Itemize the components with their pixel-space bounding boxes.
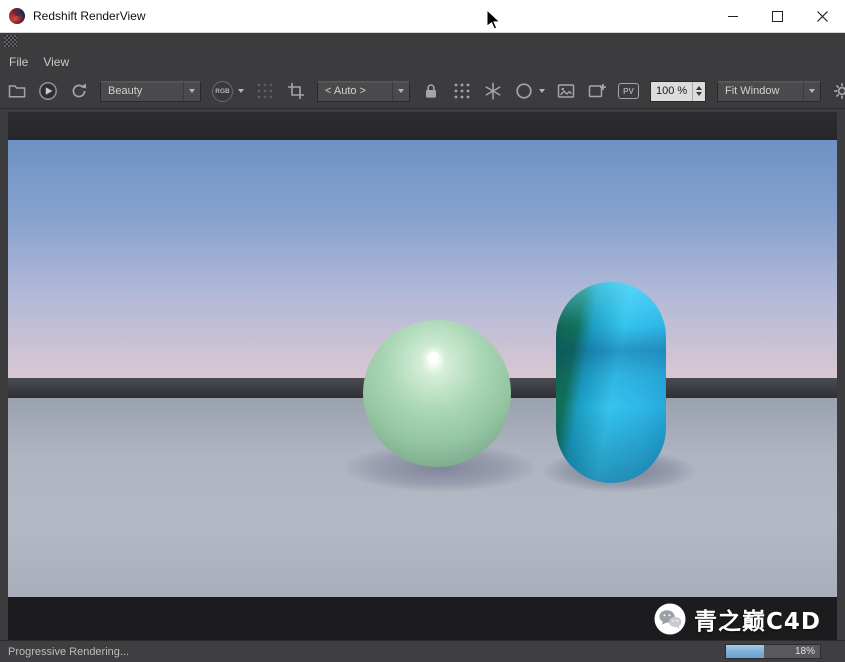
chevron-down-icon <box>189 89 195 93</box>
progress-label: 18% <box>794 646 815 657</box>
zoom-spinbox[interactable]: 100 % <box>650 80 706 102</box>
chevron-down-icon <box>539 89 545 93</box>
ring-options-caret-button[interactable] <box>539 81 545 101</box>
status-text: Progressive Rendering... <box>8 645 130 658</box>
statusbar: Progressive Rendering... 18% <box>0 640 845 662</box>
chevron-down-icon <box>238 89 244 93</box>
fit-window-value: Fit Window <box>725 85 780 97</box>
menubar: File View <box>0 52 845 72</box>
grid-icon[interactable] <box>452 81 472 101</box>
sphere-specular-highlight <box>428 352 440 364</box>
snapshot-compare-value: < Auto > <box>325 85 366 97</box>
app-area: File View Beauty RGB < Auto > PV 100 % F… <box>0 32 845 662</box>
menu-view[interactable]: View <box>43 55 69 69</box>
watermark: 青之巅C4D <box>654 602 821 636</box>
settings-gear-icon[interactable] <box>832 81 845 101</box>
close-icon <box>817 10 828 22</box>
picture-viewer-icon[interactable]: PV <box>618 83 639 99</box>
render-sphere <box>363 320 511 467</box>
render-capsule <box>556 282 666 483</box>
progress-fill <box>726 645 764 658</box>
snapshot-compare-dropdown[interactable]: < Auto > <box>317 80 410 102</box>
display-mode-rgb-button[interactable]: RGB <box>212 80 233 102</box>
start-render-button[interactable] <box>38 81 58 101</box>
progress-bar: 18% <box>725 644 821 659</box>
copy-image-icon[interactable] <box>556 81 576 101</box>
window-title: Redshift RenderView <box>33 9 146 23</box>
restart-render-icon[interactable] <box>69 81 89 101</box>
fit-window-dropdown[interactable]: Fit Window <box>717 80 821 102</box>
render-canvas[interactable] <box>8 140 837 597</box>
minimize-button[interactable] <box>710 0 755 32</box>
toolbar: Beauty RGB < Auto > PV 100 % Fit Window <box>0 74 845 109</box>
display-mode-caret-button[interactable] <box>238 81 244 101</box>
lock-icon[interactable] <box>421 81 441 101</box>
watermark-text: 青之巅C4D <box>694 609 821 635</box>
palette-grip-handle[interactable] <box>4 35 17 47</box>
zoom-decrement-icon[interactable] <box>696 92 702 96</box>
aov-dropdown[interactable]: Beauty <box>100 80 201 102</box>
aov-dropdown-value: Beauty <box>108 85 143 97</box>
window-controls <box>710 0 845 32</box>
titlebar[interactable]: Redshift RenderView <box>0 0 845 33</box>
zoom-increment-icon[interactable] <box>696 86 702 90</box>
wechat-icon <box>654 603 686 635</box>
render-viewport[interactable]: 青之巅C4D <box>8 112 837 641</box>
region-crop-icon[interactable] <box>286 81 306 101</box>
save-snapshot-icon[interactable] <box>7 81 27 101</box>
maximize-button[interactable] <box>755 0 800 32</box>
add-image-icon[interactable] <box>587 81 607 101</box>
ring-options-icon[interactable] <box>514 81 534 101</box>
maximize-icon <box>772 10 783 22</box>
snowflake-icon[interactable] <box>483 81 503 101</box>
menu-file[interactable]: File <box>9 55 28 69</box>
bucket-grid-icon[interactable] <box>255 81 275 101</box>
minimize-icon <box>727 15 738 17</box>
zoom-value: 100 % <box>656 85 688 97</box>
redshift-logo-icon <box>9 8 25 24</box>
close-button[interactable] <box>800 0 845 32</box>
chevron-down-icon <box>809 89 815 93</box>
chevron-down-icon <box>398 89 404 93</box>
